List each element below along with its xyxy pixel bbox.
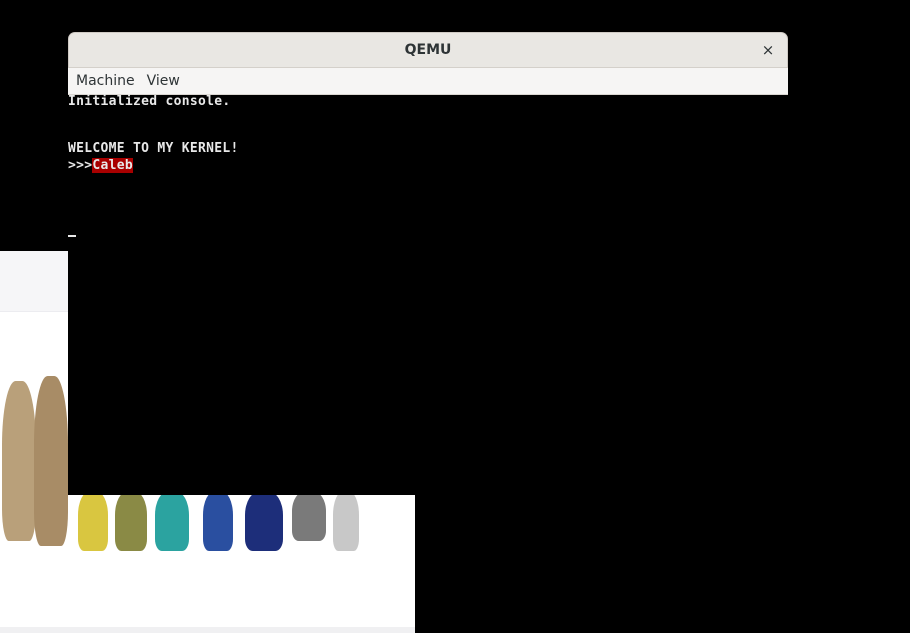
qemu-window: QEMU × Machine View <box>68 32 788 95</box>
close-icon[interactable]: × <box>759 41 777 59</box>
console-line-welcome: WELCOME TO MY KERNEL! <box>68 141 239 156</box>
menu-machine[interactable]: Machine <box>70 68 141 95</box>
menu-view[interactable]: View <box>141 68 186 95</box>
menubar: Machine View <box>68 68 788 95</box>
console-prompt-line: >>>Caleb <box>68 158 134 173</box>
background-window-footer <box>0 627 415 633</box>
titlebar[interactable]: QEMU × <box>68 32 788 68</box>
window-title: QEMU <box>404 42 452 58</box>
console-line-initialized: Initialized console. <box>68 94 231 109</box>
console-prompt: >>> <box>68 158 93 173</box>
text-cursor <box>68 235 76 237</box>
console-input[interactable]: Caleb <box>92 158 134 173</box>
